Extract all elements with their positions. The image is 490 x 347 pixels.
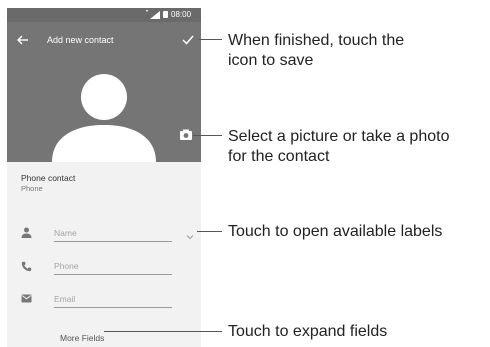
callout-photo-text: Select a picture or take a photo for the… xyxy=(228,128,450,165)
camera-icon[interactable] xyxy=(179,128,193,142)
phone-field-placeholder: Phone xyxy=(54,261,79,271)
contact-photo-area[interactable] xyxy=(7,57,201,162)
account-type-sublabel: Phone xyxy=(21,184,43,193)
callout-line-save xyxy=(199,39,222,40)
person-silhouette-icon xyxy=(52,74,156,162)
callout-line-labels xyxy=(197,231,222,232)
chevron-down-icon[interactable] xyxy=(186,234,194,240)
status-time: 08:00 xyxy=(171,10,192,19)
checkmark-icon[interactable] xyxy=(181,33,195,47)
callout-expand-text: Touch to expand fields xyxy=(228,323,388,340)
phone-icon xyxy=(21,261,32,272)
account-type-label: Phone contact xyxy=(21,173,76,183)
more-fields-link[interactable]: More Fields xyxy=(60,333,104,343)
toolbar: Add new contact xyxy=(7,22,201,57)
name-field-placeholder: Name xyxy=(54,228,77,238)
signal-icon xyxy=(150,11,160,19)
email-field[interactable]: Email xyxy=(54,293,172,308)
callout-labels-text: Touch to open available labels xyxy=(228,223,443,240)
back-arrow-icon[interactable] xyxy=(16,33,30,47)
callout-line-photo xyxy=(193,135,222,136)
phone-screen: • 08:00 Add new contact Phone contact Ph… xyxy=(7,8,201,347)
person-icon xyxy=(21,227,32,238)
status-bar: • 08:00 xyxy=(7,8,201,22)
callout-line-expand xyxy=(104,331,222,332)
page-title: Add new contact xyxy=(47,35,114,45)
name-field[interactable]: Name xyxy=(54,227,172,242)
email-field-placeholder: Email xyxy=(54,294,76,304)
phone-field[interactable]: Phone xyxy=(54,260,172,275)
callout-save-text: When finished, touch the icon to save xyxy=(228,32,405,69)
sim-indicator-icon: • xyxy=(146,9,149,15)
email-icon xyxy=(21,294,32,303)
battery-icon xyxy=(163,11,168,18)
